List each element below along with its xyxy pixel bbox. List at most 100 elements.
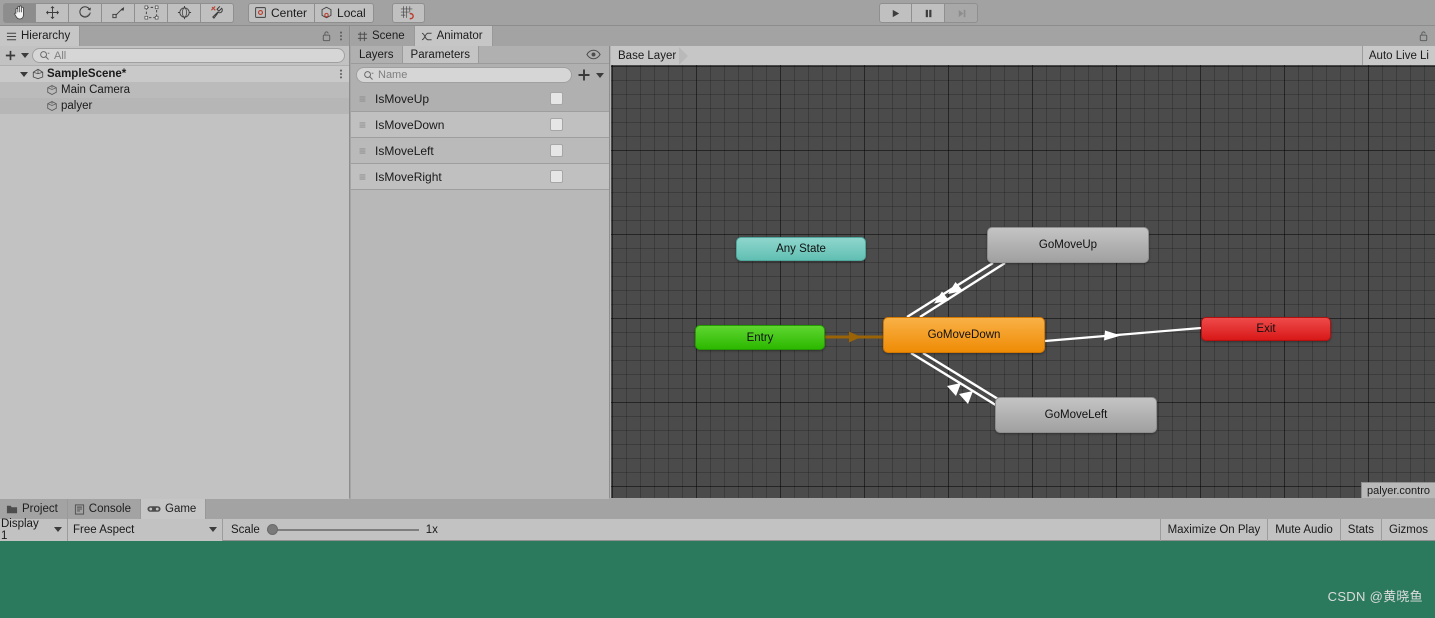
chevron-down-icon — [54, 527, 62, 532]
state-node-any-state[interactable]: Any State — [736, 237, 866, 261]
tab-console[interactable]: Console — [67, 499, 141, 519]
search-icon — [40, 51, 50, 60]
scale-label: Scale — [231, 523, 260, 536]
scale-slider[interactable] — [266, 524, 419, 536]
pivot-mode-button[interactable]: Center — [248, 2, 316, 23]
hierarchy-row-main-camera[interactable]: Main Camera — [0, 82, 349, 98]
tab-parameters[interactable]: Parameters — [402, 46, 479, 63]
aspect-dropdown[interactable]: Free Aspect — [68, 518, 223, 541]
parameter-row-ismovedown[interactable]: ≡ IsMoveDown — [351, 112, 609, 138]
parameters-toolbar: Name — [351, 64, 609, 86]
main-toolbar: Center Local — [0, 0, 1435, 26]
pause-button[interactable] — [912, 3, 945, 23]
tab-animator[interactable]: Animator — [414, 26, 493, 46]
pivot-mode-label: Center — [271, 5, 308, 20]
hierarchy-row-scene[interactable]: SampleScene* — [0, 66, 349, 82]
lock-icon[interactable] — [1418, 30, 1429, 42]
tab-scene[interactable]: Scene — [351, 26, 415, 46]
gizmos-label: Gizmos — [1389, 523, 1428, 536]
scale-tool-button[interactable] — [102, 2, 135, 23]
state-node-entry[interactable]: Entry — [695, 325, 825, 350]
auto-live-link-button[interactable]: Auto Live Li — [1361, 46, 1435, 65]
pause-icon — [925, 9, 931, 17]
scale-value: 1x — [425, 523, 438, 536]
animator-icon — [421, 32, 432, 40]
play-icon — [892, 9, 900, 17]
display-dropdown-label: Display 1 — [1, 517, 39, 542]
display-dropdown[interactable]: Display 1 — [0, 517, 68, 542]
mute-audio-button[interactable]: Mute Audio — [1267, 518, 1340, 541]
handle-rotation-button[interactable]: Local — [315, 2, 374, 23]
add-parameter-button[interactable] — [577, 68, 604, 82]
scale-control: Scale 1x — [223, 524, 446, 536]
state-node-label: GoMoveUp — [1038, 239, 1098, 251]
state-node-label: GoMoveDown — [927, 329, 1001, 341]
tab-hierarchy[interactable]: Hierarchy — [0, 26, 81, 46]
move-tool-button[interactable] — [36, 2, 69, 23]
custom-editor-tool-button[interactable] — [201, 2, 234, 23]
grid-snap-group — [391, 2, 425, 23]
drag-handle-icon[interactable]: ≡ — [359, 145, 366, 157]
parameter-search-input[interactable]: Name — [356, 67, 572, 83]
drag-handle-icon[interactable]: ≡ — [359, 119, 366, 131]
drag-handle-icon[interactable]: ≡ — [359, 93, 366, 105]
hierarchy-row-palyer[interactable]: palyer — [0, 98, 349, 114]
parameter-row-ismoveleft[interactable]: ≡ IsMoveLeft — [351, 138, 609, 164]
grid-snap-button[interactable] — [391, 2, 425, 23]
tab-layers[interactable]: Layers — [351, 46, 403, 63]
layer-visibility-toggle[interactable] — [586, 46, 609, 63]
step-button[interactable] — [945, 3, 978, 23]
state-node-gomoveup[interactable]: GoMoveUp — [987, 227, 1149, 263]
stats-button[interactable]: Stats — [1339, 518, 1381, 541]
watermark: CSDN @黄晓鱼 — [1327, 589, 1423, 604]
scene-icon — [32, 68, 44, 80]
slider-knob[interactable] — [266, 524, 278, 535]
rect-icon — [144, 5, 158, 20]
move-icon — [45, 5, 59, 20]
aspect-dropdown-label: Free Aspect — [73, 523, 135, 536]
parameter-row-ismoveright[interactable]: ≡ IsMoveRight — [351, 164, 609, 190]
maximize-on-play-button[interactable]: Maximize On Play — [1159, 518, 1268, 541]
hierarchy-icon — [6, 32, 17, 40]
state-node-label: GoMoveLeft — [1044, 409, 1108, 421]
mute-audio-label: Mute Audio — [1275, 523, 1333, 536]
chevron-down-icon — [21, 53, 29, 58]
hand-tool-button[interactable] — [3, 2, 36, 23]
lock-icon[interactable] — [321, 30, 332, 42]
hierarchy-add-button[interactable] — [4, 49, 29, 62]
hierarchy-search-input[interactable]: All — [32, 48, 345, 63]
play-button[interactable] — [879, 3, 912, 23]
tab-parameters-label: Parameters — [410, 48, 470, 61]
transform-tool-button[interactable] — [168, 2, 201, 23]
hierarchy-row-label: palyer — [61, 100, 93, 112]
state-node-label: Exit — [1256, 323, 1276, 335]
state-node-exit[interactable]: Exit — [1201, 317, 1331, 341]
game-view-canvas[interactable]: CSDN @黄晓鱼 — [0, 541, 1435, 618]
state-node-label: Entry — [746, 331, 774, 344]
drag-handle-icon[interactable]: ≡ — [359, 171, 366, 183]
more-options-icon[interactable] — [339, 30, 343, 42]
parameter-checkbox[interactable] — [550, 170, 563, 183]
rect-tool-button[interactable] — [135, 2, 168, 23]
state-node-gomoveleft[interactable]: GoMoveLeft — [995, 397, 1157, 433]
transition-arrows — [825, 261, 1202, 409]
center-pivot-icon — [255, 7, 266, 18]
animator-state-graph[interactable]: Any State Entry GoMoveDown GoMoveUp GoMo… — [611, 65, 1435, 498]
parameter-checkbox[interactable] — [550, 118, 563, 131]
animator-panel: Scene Animator Layers Parameters Name ≡ … — [351, 26, 1435, 500]
gizmos-button[interactable]: Gizmos — [1381, 518, 1435, 541]
breadcrumb-base-layer[interactable]: Base Layer — [611, 46, 681, 65]
stats-label: Stats — [1347, 523, 1375, 536]
parameter-checkbox[interactable] — [550, 144, 563, 157]
parameter-checkbox[interactable] — [550, 92, 563, 105]
parameter-row-ismoveup[interactable]: ≡ IsMoveUp — [351, 86, 609, 112]
parameter-name: IsMoveUp — [375, 91, 430, 106]
hierarchy-toolbar: All — [0, 46, 349, 66]
tab-game[interactable]: Game — [141, 499, 207, 519]
slider-track — [266, 528, 419, 531]
state-node-gomovedown[interactable]: GoMoveDown — [883, 317, 1045, 353]
scene-more-icon[interactable] — [339, 68, 343, 80]
rotate-tool-button[interactable] — [69, 2, 102, 23]
expand-triangle-icon[interactable] — [20, 71, 28, 77]
tab-project[interactable]: Project — [0, 499, 68, 519]
